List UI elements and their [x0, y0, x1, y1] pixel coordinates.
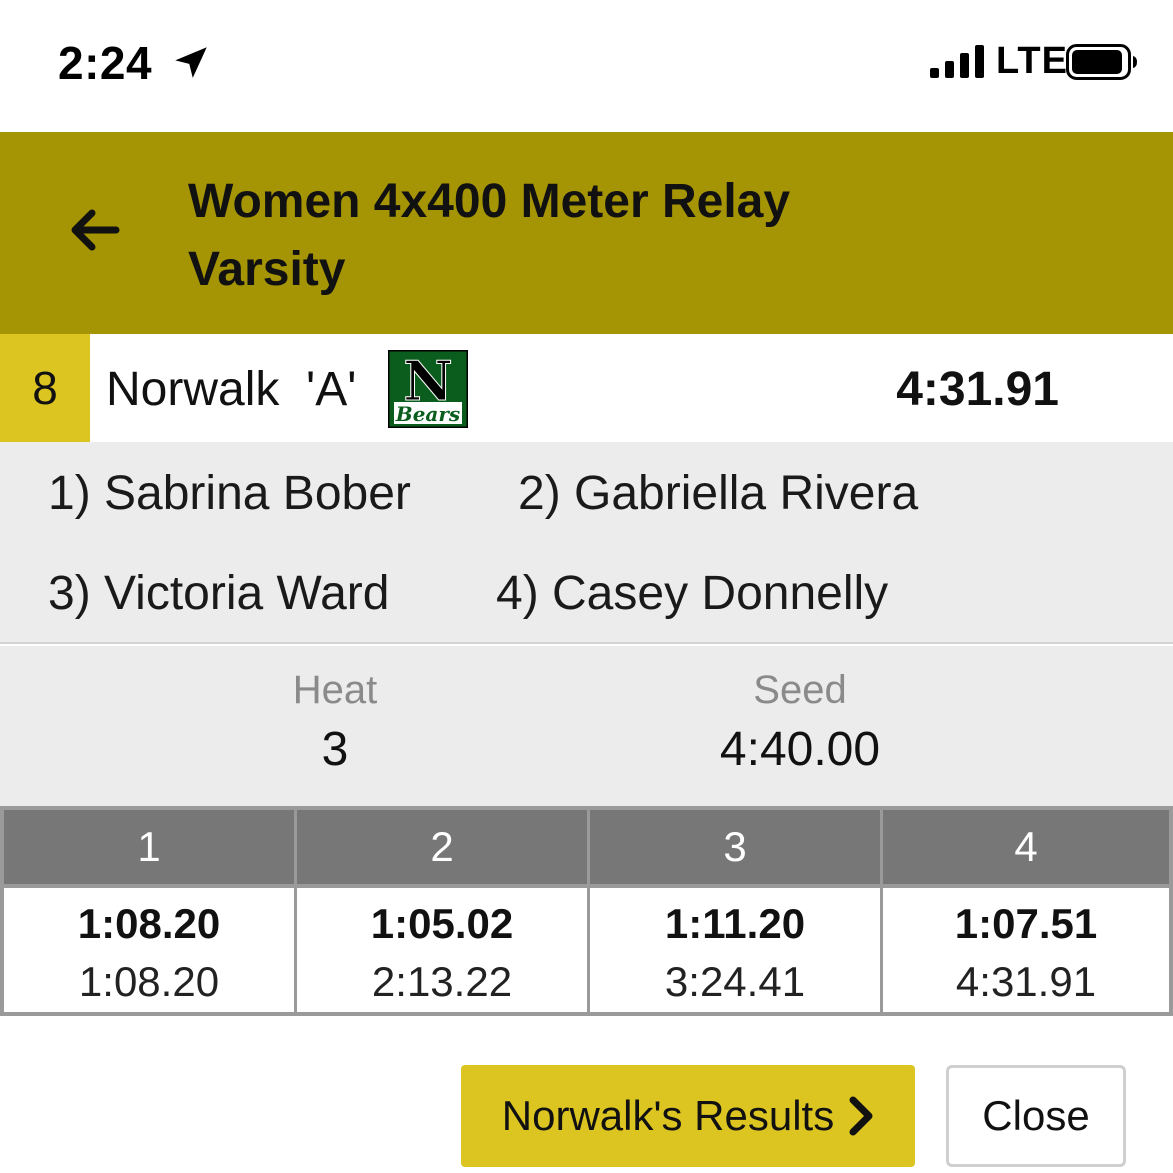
split-lap-time: 1:07.51 — [954, 900, 1098, 947]
split-lap-time: 1:08.20 — [77, 900, 221, 947]
runner-1: 1) Sabrina Bober — [48, 467, 411, 520]
split-cumulative-time: 1:08.20 — [78, 958, 220, 1005]
split-leg-header: 1 — [4, 810, 294, 884]
split-cell: 1:07.51 4:31.91 — [883, 888, 1169, 1012]
split-column: 3 1:11.20 3:24.41 — [590, 810, 880, 1012]
runner-3: 3) Victoria Ward — [48, 567, 390, 620]
split-leg-header: 2 — [297, 810, 587, 884]
team-row: 8 Norwalk 'A' N Bears 4:31.91 — [0, 334, 1173, 442]
split-cumulative-time: 2:13.22 — [371, 958, 513, 1005]
chevron-right-icon — [849, 1096, 873, 1136]
split-lap-time: 1:11.20 — [664, 900, 806, 947]
event-title-line2: Varsity — [188, 243, 346, 296]
split-cumulative-time: 4:31.91 — [955, 958, 1097, 1005]
splits-table: 1 1:08.20 1:08.20 2 1:05.02 2:13.22 3 1:… — [0, 806, 1173, 1016]
split-cell: 1:11.20 3:24.41 — [590, 888, 880, 1012]
status-bar: 2:24 LTE — [0, 0, 1173, 132]
heat-seed-info: Heat 3 Seed 4:40.00 — [0, 646, 1173, 806]
status-time: 2:24 — [58, 37, 153, 89]
team-logo-script: Bears — [395, 402, 460, 426]
split-cell: 1:08.20 1:08.20 — [4, 888, 294, 1012]
event-header: Women 4x400 Meter Relay Varsity — [0, 132, 1173, 334]
place-badge: 8 — [0, 334, 90, 442]
split-leg-header: 3 — [590, 810, 880, 884]
seed-info: Seed 4:40.00 — [600, 666, 1000, 782]
event-title: Women 4x400 Meter Relay Varsity — [188, 168, 790, 304]
seed-label: Seed — [753, 668, 847, 712]
team-results-label: Norwalk's Results — [501, 1092, 835, 1139]
split-lap-time: 1:05.02 — [370, 900, 514, 947]
team-final-time: 4:31.91 — [896, 363, 1059, 416]
split-leg-header: 4 — [883, 810, 1169, 884]
runner-2: 2) Gabriella Rivera — [518, 467, 919, 520]
team-name: Norwalk 'A' — [106, 363, 357, 416]
battery-icon — [1066, 44, 1137, 80]
split-cumulative-time: 3:24.41 — [664, 958, 806, 1005]
close-button[interactable]: Close — [946, 1065, 1126, 1167]
cellular-signal-icon — [930, 45, 984, 78]
seed-value: 4:40.00 — [719, 723, 881, 776]
network-type: LTE — [996, 40, 1068, 82]
location-arrow-icon — [175, 47, 207, 78]
runner-4: 4) Casey Donnelly — [496, 567, 889, 620]
split-column: 2 1:05.02 2:13.22 — [297, 810, 587, 1012]
split-column: 4 1:07.51 4:31.91 — [883, 810, 1169, 1012]
event-title-line1: Women 4x400 Meter Relay — [188, 175, 791, 228]
split-column: 1 1:08.20 1:08.20 — [4, 810, 294, 1012]
team-results-button[interactable]: Norwalk's Results — [461, 1065, 915, 1167]
split-cell: 1:05.02 2:13.22 — [297, 888, 587, 1012]
runners-list: 1) Sabrina Bober 2) Gabriella Rivera 3) … — [0, 442, 1173, 644]
heat-value: 3 — [321, 723, 349, 776]
heat-info: Heat 3 — [135, 666, 535, 782]
heat-label: Heat — [292, 668, 378, 712]
team-logo: N Bears — [388, 350, 468, 428]
back-arrow-icon[interactable] — [66, 206, 122, 254]
